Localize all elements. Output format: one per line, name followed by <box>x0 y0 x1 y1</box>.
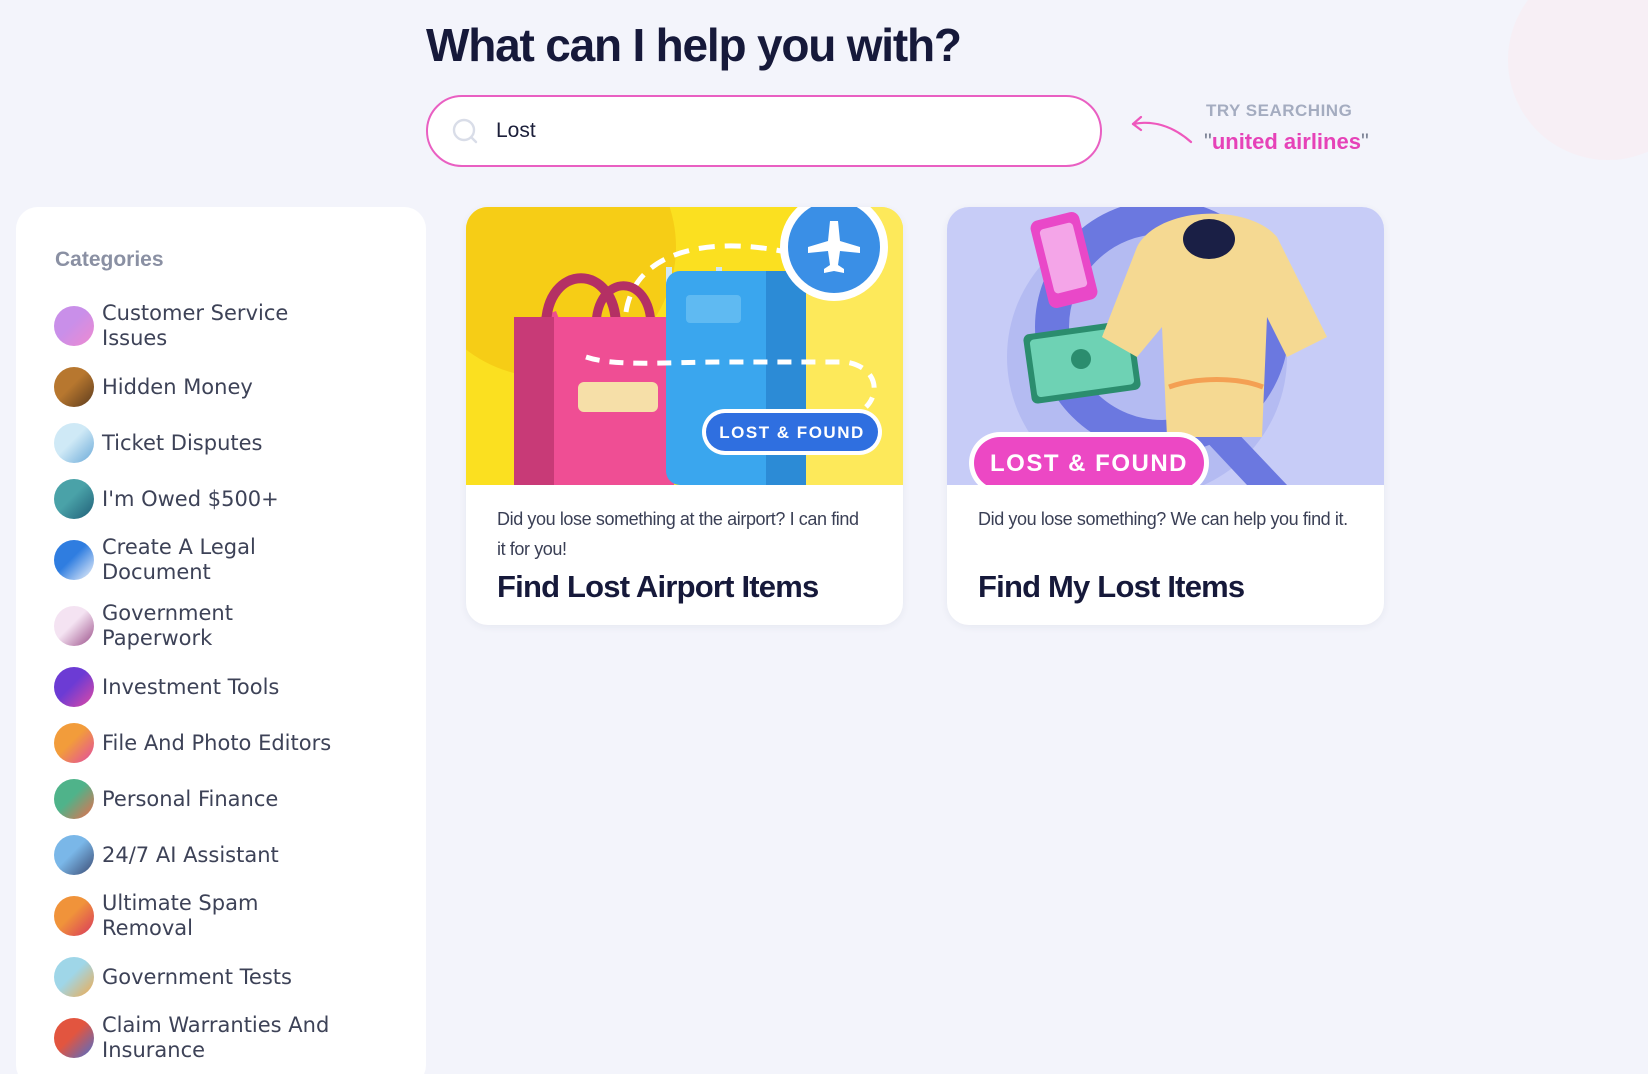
lost-found-badge: LOST & FOUND <box>719 423 865 442</box>
suggested-search-term[interactable]: united airlines <box>1212 129 1361 154</box>
paperwork-icon <box>54 606 94 646</box>
sidebar-item-label: Create A Legal Document <box>102 535 256 584</box>
sidebar-item-label: 24/7 AI Assistant <box>102 842 279 867</box>
sidebar-item-customer-service-issues[interactable]: Customer Service Issues <box>54 293 414 359</box>
card-title: Find My Lost Items <box>978 569 1245 604</box>
ticket-icon <box>54 423 94 463</box>
card-description: Did you lose something? We can help you … <box>978 509 1348 529</box>
search-icon <box>452 118 478 144</box>
sidebar-item-label: Ticket Disputes <box>102 430 263 455</box>
sidebar-item-i-m-owed-500[interactable]: I'm Owed $500+ <box>54 471 414 527</box>
card-description: Did you lose something at the airport? I… <box>497 509 859 559</box>
sidebar-item-government-paperwork[interactable]: Government Paperwork <box>54 593 414 659</box>
search-input[interactable] <box>496 119 1056 143</box>
treasure-chest-icon <box>54 367 94 407</box>
ai-assistant-icon <box>54 835 94 875</box>
sidebar-item-government-tests[interactable]: Government Tests <box>54 949 414 1005</box>
sidebar-item-investment-tools[interactable]: Investment Tools <box>54 659 414 715</box>
curved-arrow-icon <box>1131 115 1193 144</box>
sidebar-item-file-and-photo-editors[interactable]: File And Photo Editors <box>54 715 414 771</box>
sidebar-item-24-7-ai-assistant[interactable]: 24/7 AI Assistant <box>54 827 414 883</box>
sidebar-item-ultimate-spam-removal[interactable]: Ultimate Spam Removal <box>54 883 414 949</box>
page-title: What can I help you with? <box>426 19 962 71</box>
photo-editor-icon <box>54 723 94 763</box>
sidebar-item-create-a-legal-document[interactable]: Create A Legal Document <box>54 527 414 593</box>
warranty-icon <box>54 1018 94 1058</box>
sidebar-item-hidden-money[interactable]: Hidden Money <box>54 359 414 415</box>
sidebar-item-claim-warranties-and-insurance[interactable]: Claim Warranties And Insurance <box>54 1005 414 1071</box>
sidebar-item-label: File And Photo Editors <box>102 730 332 755</box>
search-bar[interactable] <box>426 95 1102 167</box>
airport-luggage-illustration: LOST & FOUND <box>466 207 903 485</box>
sidebar-item-label: I'm Owed $500+ <box>102 486 279 511</box>
card-find-my-lost-items[interactable]: LOST & FOUND Did you lose something? We … <box>947 207 1384 625</box>
sidebar-item-label: Customer Service Issues <box>102 301 289 350</box>
tests-icon <box>54 957 94 997</box>
sidebar-item-label: Claim Warranties And Insurance <box>102 1013 330 1062</box>
investment-icon <box>54 667 94 707</box>
document-icon <box>54 540 94 580</box>
sidebar-item-label: Personal Finance <box>102 786 279 811</box>
card-title: Find Lost Airport Items <box>497 569 819 604</box>
suggested-search[interactable]: "united airlines" <box>1204 129 1369 155</box>
sidebar-item-ticket-disputes[interactable]: Ticket Disputes <box>54 415 414 471</box>
corner-decoration <box>1508 0 1648 160</box>
try-searching-label: TRY SEARCHING <box>1206 101 1353 120</box>
sidebar-item-label: Government Tests <box>102 964 292 989</box>
sidebar-item-personal-finance[interactable]: Personal Finance <box>54 771 414 827</box>
card-find-lost-airport-items[interactable]: LOST & FOUND Did you lose something at t… <box>466 207 903 625</box>
sidebar-item-label: Hidden Money <box>102 374 253 399</box>
customer-service-icon <box>54 306 94 346</box>
lost-found-badge: LOST & FOUND <box>990 450 1188 477</box>
sidebar-item-label: Government Paperwork <box>102 601 233 650</box>
categories-heading: Categories <box>55 248 164 271</box>
sidebar-item-label: Investment Tools <box>102 674 280 699</box>
category-list: Customer Service Issues Hidden Money Ticke… <box>54 293 414 1071</box>
categories-sidebar: Categories Customer Service Issues Hidden… <box>16 207 426 1074</box>
money-icon <box>54 479 94 519</box>
sidebar-item-label: Ultimate Spam Removal <box>102 891 259 940</box>
finance-icon <box>54 779 94 819</box>
lost-items-illustration: LOST & FOUND <box>947 207 1384 485</box>
spam-icon <box>54 896 94 936</box>
